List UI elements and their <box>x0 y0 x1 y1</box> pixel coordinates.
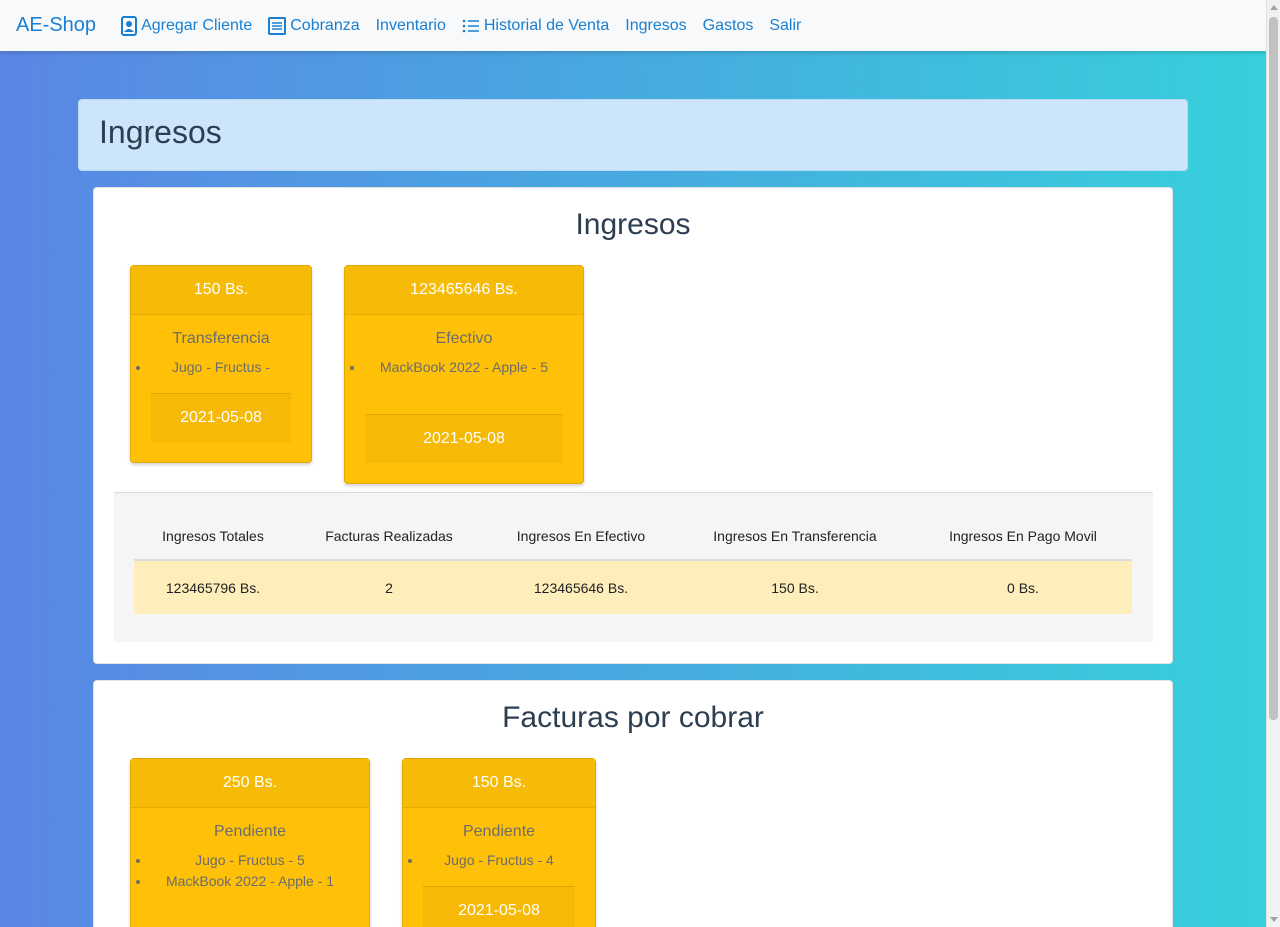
nav-agregar-cliente[interactable]: Agregar Cliente <box>121 15 253 36</box>
summary-header: Ingresos En Efectivo <box>486 513 676 561</box>
card-method: Transferencia <box>172 330 270 347</box>
summary-value: 123465796 Bs. <box>134 560 292 614</box>
card-items: MackBook 2022 - Apple - 5 <box>345 357 583 378</box>
facturas-panel: Facturas por cobrar 250 Bs. Pendiente Ju… <box>93 680 1173 927</box>
card-item: Jugo - Fructus - 5 <box>151 850 349 871</box>
nav-gastos[interactable]: Gastos <box>703 17 754 35</box>
scroll-down-arrow-icon[interactable] <box>1270 917 1278 922</box>
nav-label: Ingresos <box>625 16 687 34</box>
nav-cobranza[interactable]: Cobranza <box>268 16 360 35</box>
summary-table: Ingresos Totales Facturas Realizadas Ing… <box>134 513 1132 614</box>
facturas-title: Facturas por cobrar <box>502 701 764 734</box>
nav-salir[interactable]: Salir <box>769 17 801 35</box>
ingresos-title: Ingresos <box>575 208 691 241</box>
nav-label: Cobranza <box>290 16 360 34</box>
ingreso-card: 123465646 Bs. Efectivo MackBook 2022 - A… <box>344 265 584 484</box>
nav-historial-de-venta[interactable]: Historial de Venta <box>462 17 609 35</box>
summary-header: Ingresos Totales <box>134 513 292 561</box>
page-header: Ingresos <box>78 99 1188 171</box>
nav-label: Inventario <box>375 16 446 34</box>
ingresos-panel: Ingresos 150 Bs. Transferencia Jugo - Fr… <box>93 187 1173 664</box>
brand-link[interactable]: AE-Shop <box>16 14 96 37</box>
card-date: 2021-05-08 <box>365 414 563 463</box>
nav-label: Salir <box>769 16 802 34</box>
card-amount: 150 Bs. <box>131 266 311 315</box>
nav-inventario[interactable]: Inventario <box>376 17 446 35</box>
list-icon <box>462 18 480 34</box>
ingresos-summary: Ingresos Totales Facturas Realizadas Ing… <box>114 492 1153 642</box>
page-title: Ingresos <box>99 114 222 150</box>
card-date: 2021-05-08 <box>423 886 575 927</box>
page-scrollbar[interactable] <box>1266 0 1280 927</box>
card-date: 2021-05-08 <box>151 393 291 442</box>
factura-card: 150 Bs. Pendiente Jugo - Fructus - 4 202… <box>402 758 596 927</box>
card-item: Jugo - Fructus - <box>151 357 291 378</box>
card-items: Jugo - Fructus - 5 MackBook 2022 - Apple… <box>131 850 369 892</box>
card-method: Efectivo <box>435 330 493 347</box>
receipt-icon <box>268 16 287 35</box>
summary-value: 150 Bs. <box>676 560 914 614</box>
card-item: MackBook 2022 - Apple - 5 <box>365 357 563 378</box>
summary-value: 123465646 Bs. <box>486 560 676 614</box>
card-item: MackBook 2022 - Apple - 1 <box>151 871 349 892</box>
card-amount: 123465646 Bs. <box>345 266 583 315</box>
summary-header: Ingresos En Transferencia <box>676 513 914 561</box>
card-amount: 250 Bs. <box>131 759 369 808</box>
summary-header: Facturas Realizadas <box>292 513 486 561</box>
top-navbar: AE-Shop Agregar Cliente Cobranza Inventa… <box>0 0 1266 51</box>
summary-header: Ingresos En Pago Movil <box>914 513 1132 561</box>
nav-label: Historial de Venta <box>483 16 610 34</box>
factura-card: 250 Bs. Pendiente Jugo - Fructus - 5 Mac… <box>130 758 370 927</box>
card-method: Pendiente <box>462 823 536 840</box>
scroll-up-arrow-icon[interactable] <box>1270 5 1278 10</box>
card-method: Pendiente <box>213 823 287 840</box>
card-items: Jugo - Fructus - <box>131 357 311 378</box>
nav-label: Gastos <box>702 16 754 34</box>
nav-label: Agregar Cliente <box>141 16 253 34</box>
scrollbar-thumb[interactable] <box>1269 17 1278 720</box>
nav-ingresos[interactable]: Ingresos <box>625 17 686 35</box>
summary-value: 2 <box>292 560 486 614</box>
card-amount: 150 Bs. <box>403 759 595 808</box>
person-badge-icon <box>121 15 138 36</box>
summary-value: 0 Bs. <box>914 560 1132 614</box>
summary-value-row: 123465796 Bs. 2 123465646 Bs. 150 Bs. 0 … <box>134 560 1132 614</box>
card-items: Jugo - Fructus - 4 <box>403 850 595 871</box>
ingreso-card: 150 Bs. Transferencia Jugo - Fructus - 2… <box>130 265 312 463</box>
summary-header-row: Ingresos Totales Facturas Realizadas Ing… <box>134 513 1132 561</box>
card-item: Jugo - Fructus - 4 <box>423 850 575 871</box>
